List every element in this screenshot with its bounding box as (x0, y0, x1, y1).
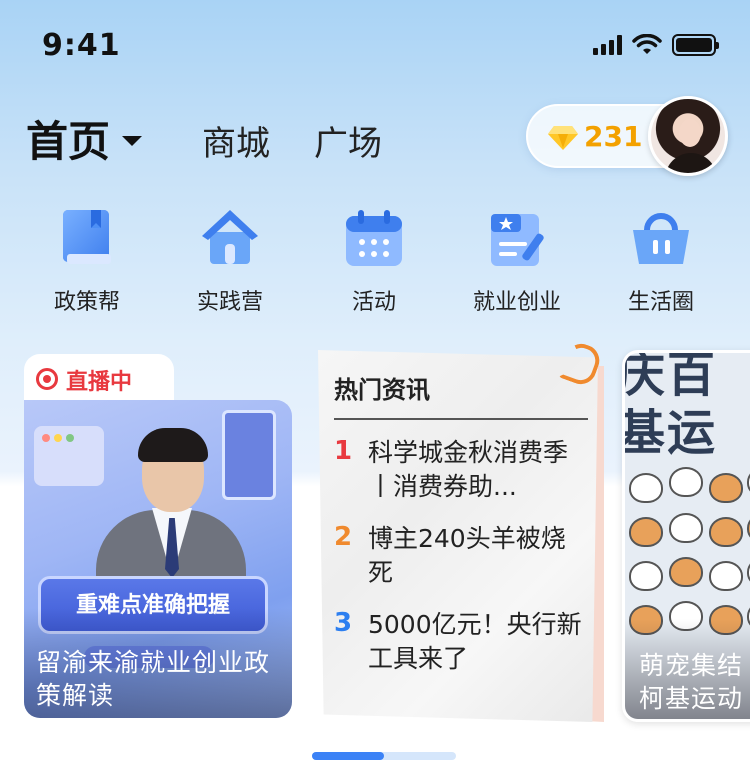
hot-news-card[interactable]: 热门资讯 1 科学城金秋消费季丨消费券助... 2 博主240头羊被烧死 3 5… (318, 339, 604, 722)
calendar-icon (342, 206, 406, 270)
news-rank: 1 (334, 436, 353, 466)
quick-link-life[interactable]: 生活圈 (596, 206, 726, 316)
quick-link-label: 生活圈 (627, 290, 694, 315)
news-item[interactable]: 3 5000亿元！央行新工具来了 (334, 608, 584, 676)
divider (334, 418, 588, 420)
pet-event-card[interactable]: 庆百 基运 萌宠集结 柯基运动 (622, 350, 750, 722)
battery-icon (672, 34, 719, 56)
news-rank: 2 (334, 522, 353, 552)
book-icon (55, 206, 119, 270)
tab-home-label: 首页 (26, 117, 111, 166)
quick-link-label: 活动 (351, 290, 396, 315)
quick-link-label: 实践营 (196, 290, 263, 315)
quick-link-label: 就业创业 (472, 290, 561, 315)
pet-card-caption: 萌宠集结 柯基运动 (639, 649, 750, 715)
carousel-pager (312, 752, 456, 760)
pet-caption-line1: 萌宠集结 (639, 651, 744, 680)
wifi-icon (632, 34, 662, 54)
quick-link-label: 政策帮 (53, 290, 120, 315)
quick-link-employment[interactable]: 就业创业 (452, 206, 582, 316)
news-item[interactable]: 1 科学城金秋消费季丨消费券助... (334, 436, 584, 504)
cellular-signal-icon (593, 35, 622, 55)
points-value: 231 (584, 120, 643, 153)
tab-square[interactable]: 广场 (314, 116, 382, 165)
top-nav: 首页 商城 广场 231 (0, 96, 750, 176)
house-icon (198, 206, 262, 270)
pet-caption-line2: 柯基运动 (639, 684, 744, 713)
news-text: 博主240头羊被烧死 (368, 524, 566, 587)
quick-link-camp[interactable]: 实践营 (165, 206, 295, 316)
live-tag-label: 直播中 (66, 370, 133, 395)
news-text: 5000亿元！央行新工具来了 (368, 610, 582, 673)
quick-link-policy[interactable]: 政策帮 (22, 206, 152, 316)
news-rank: 3 (334, 608, 353, 638)
live-cover-image: 重难点准确把握 留渝来渝就业创业政策解读 (24, 400, 292, 718)
news-item[interactable]: 2 博主240头羊被烧死 (334, 522, 584, 590)
live-tag: 直播中 (24, 354, 174, 402)
status-icons (593, 34, 719, 56)
id-card-icon (485, 206, 549, 270)
avatar[interactable] (648, 96, 728, 176)
live-card[interactable]: 直播中 重难点准确把握 留渝来渝就业创业政策解读 (24, 350, 292, 722)
quick-link-activity[interactable]: 活动 (309, 206, 439, 316)
pager-active-indicator (312, 752, 384, 760)
news-title: 热门资讯 (334, 376, 430, 404)
status-bar: 9:41 (0, 0, 750, 90)
live-record-icon (36, 368, 58, 390)
caret-down-icon (122, 135, 143, 146)
quick-links: 政策帮 实践营 活动 就业创业 生活圈 (0, 206, 750, 326)
news-text: 科学城金秋消费季丨消费券助... (368, 438, 569, 501)
basket-icon (629, 206, 693, 270)
diamond-icon (548, 126, 578, 150)
tab-mall[interactable]: 商城 (202, 116, 270, 165)
pet-cover-image: 庆百 基运 萌宠集结 柯基运动 (622, 350, 750, 722)
tab-home[interactable]: 首页 (26, 108, 143, 169)
live-card-caption: 留渝来渝就业创业政策解读 (36, 648, 271, 710)
status-time: 9:41 (42, 28, 121, 63)
